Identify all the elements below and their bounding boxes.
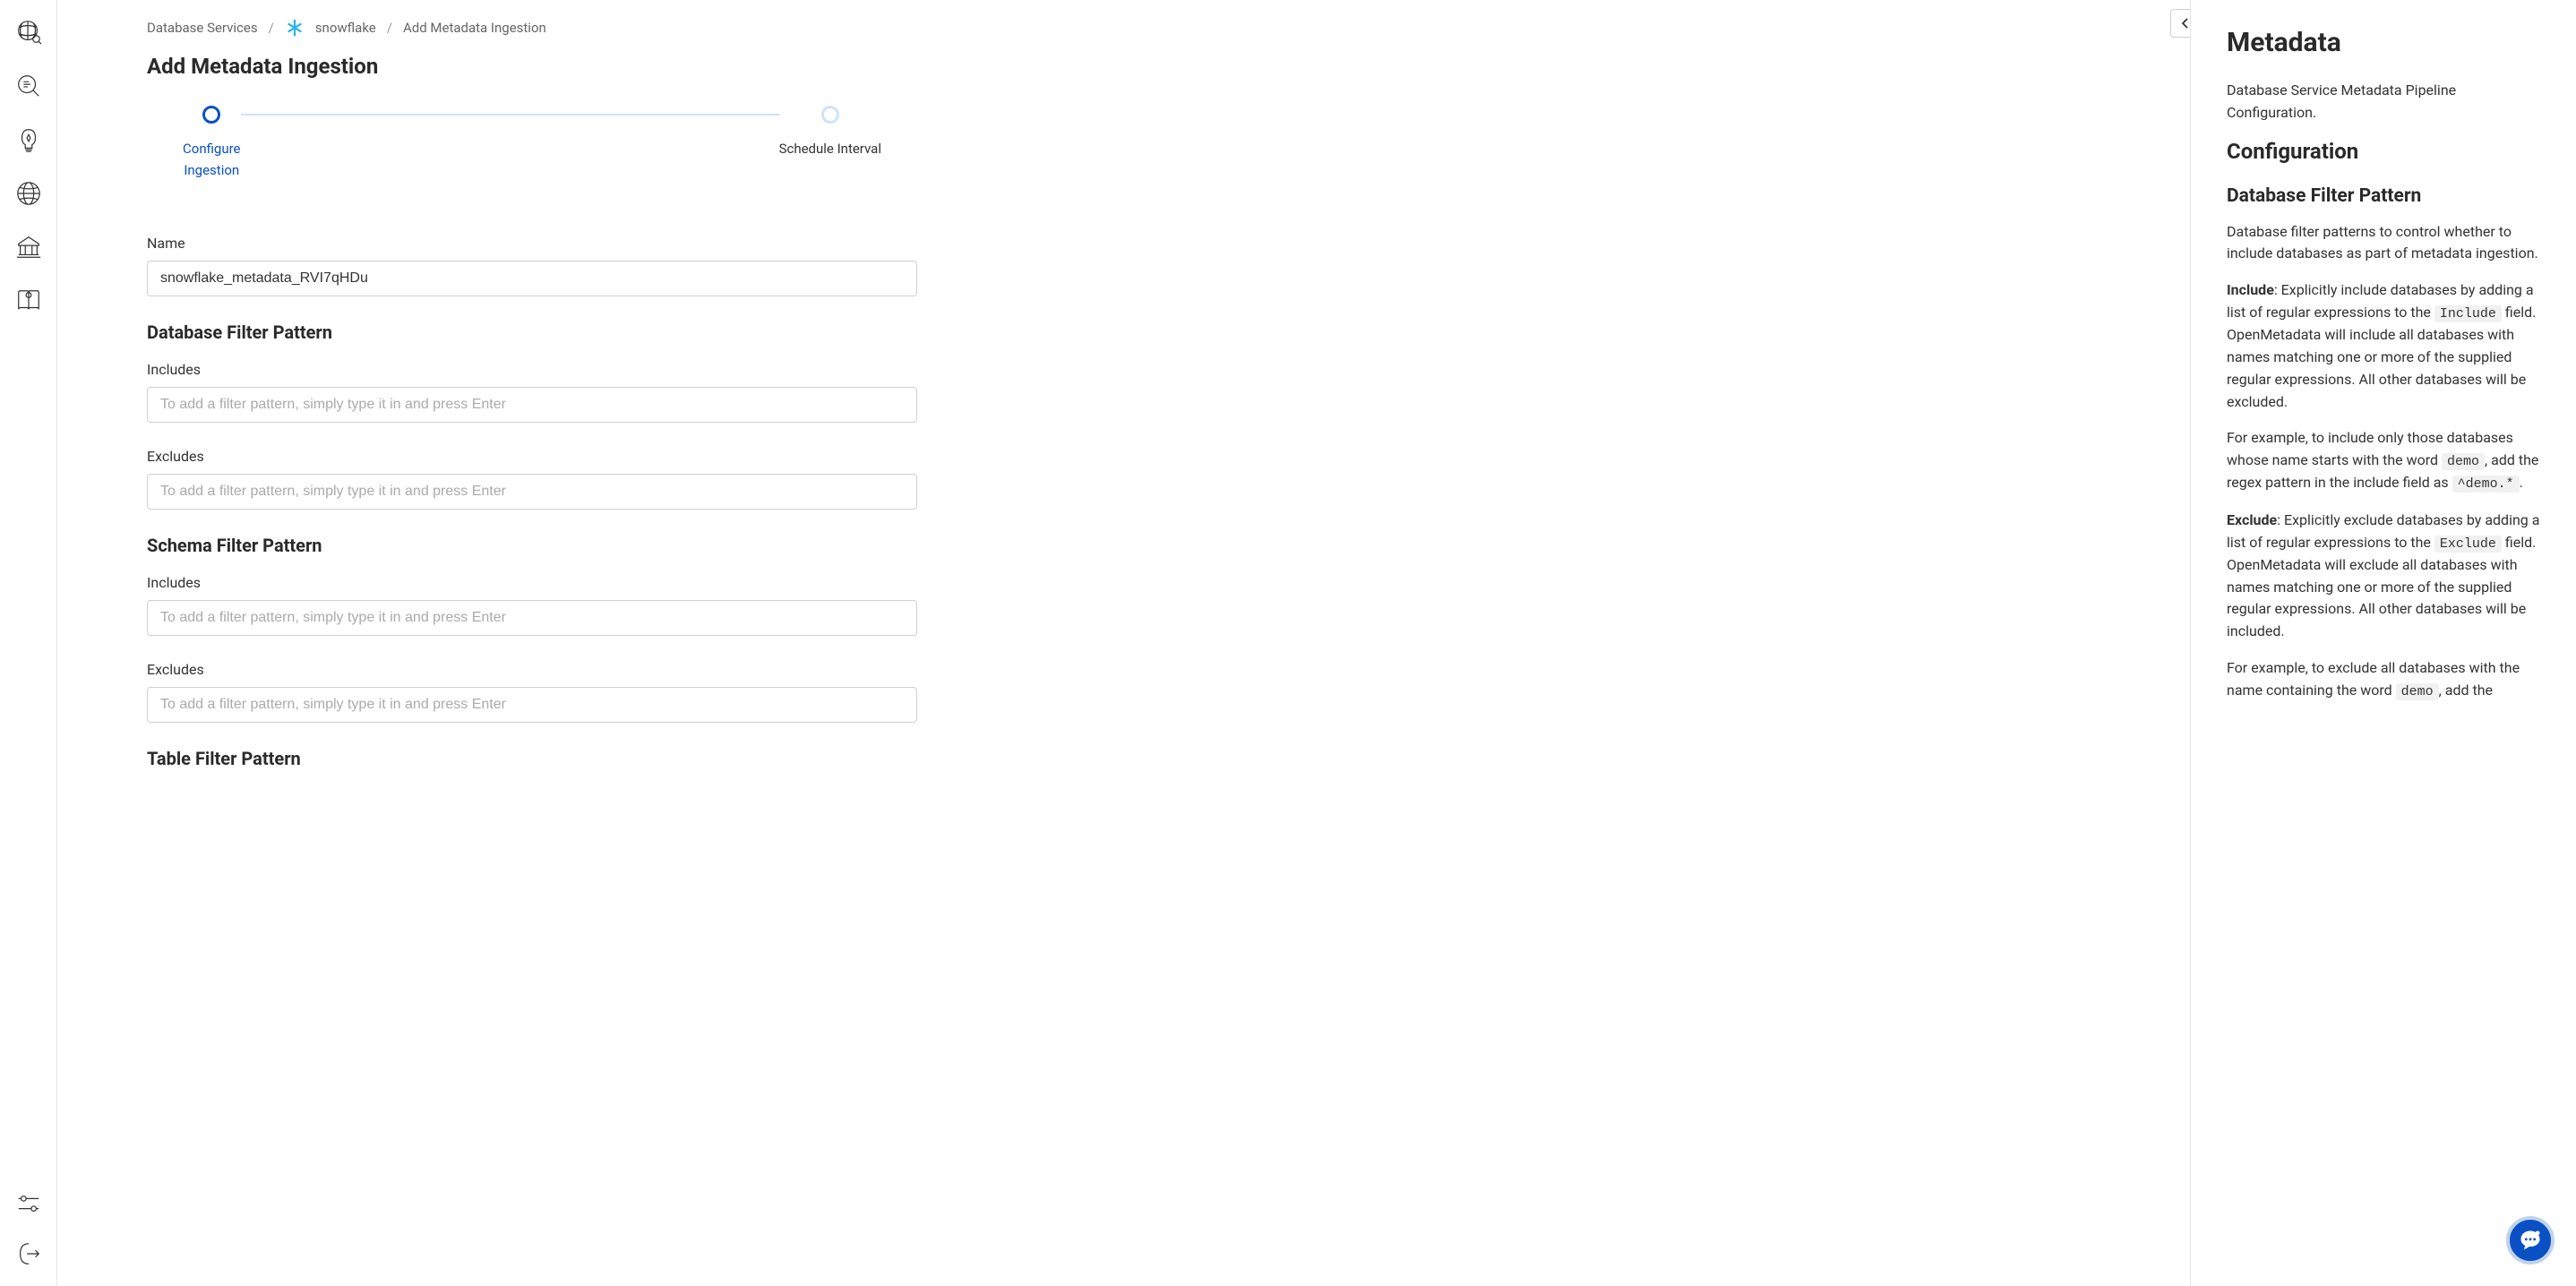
db-excludes-label: Excludes bbox=[147, 448, 917, 465]
table-filter-title: Table Filter Pattern bbox=[147, 748, 917, 769]
step-2-label: Schedule Interval bbox=[779, 138, 881, 159]
breadcrumb-sep: / bbox=[387, 20, 392, 36]
breadcrumb-current: Add Metadata Ingestion bbox=[403, 20, 546, 36]
breadcrumb: Database Services / snowflake / Add Meta… bbox=[147, 18, 917, 38]
insights-icon[interactable] bbox=[14, 125, 43, 154]
breadcrumb-sep: / bbox=[269, 20, 274, 36]
explore-icon[interactable] bbox=[14, 18, 43, 47]
code-toggle-button[interactable] bbox=[2170, 9, 2191, 38]
schema-excludes-label: Excludes bbox=[147, 661, 917, 678]
name-label: Name bbox=[147, 235, 917, 252]
logout-icon[interactable] bbox=[14, 1239, 43, 1268]
settings-icon[interactable] bbox=[14, 1189, 43, 1218]
help-include-p: Include: Explicitly include databases by… bbox=[2227, 279, 2540, 413]
left-sidebar bbox=[0, 0, 57, 1286]
name-input[interactable] bbox=[147, 261, 917, 296]
breadcrumb-service[interactable]: snowflake bbox=[315, 20, 376, 36]
help-dbfilter-desc: Database filter patterns to control whet… bbox=[2227, 221, 2540, 266]
db-filter-title: Database Filter Pattern bbox=[147, 322, 917, 343]
db-includes-input[interactable] bbox=[147, 387, 917, 423]
help-config-title: Configuration bbox=[2227, 139, 2540, 164]
step-connector bbox=[241, 114, 779, 116]
db-includes-label: Includes bbox=[147, 361, 917, 378]
help-title: Metadata bbox=[2227, 27, 2540, 58]
step-2-circle bbox=[821, 106, 839, 124]
governance-icon[interactable] bbox=[14, 233, 43, 261]
snowflake-icon bbox=[285, 18, 305, 38]
chat-button[interactable] bbox=[2506, 1216, 2555, 1265]
schema-excludes-input[interactable] bbox=[147, 687, 917, 723]
schema-includes-input[interactable] bbox=[147, 600, 917, 636]
schema-includes-label: Includes bbox=[147, 574, 917, 591]
breadcrumb-root[interactable]: Database Services bbox=[147, 20, 258, 36]
help-exclude-p: Exclude: Explicitly exclude databases by… bbox=[2227, 510, 2540, 643]
schema-filter-title: Schema Filter Pattern bbox=[147, 535, 917, 556]
stepper: ConfigureIngestion Schedule Interval bbox=[147, 106, 917, 181]
search-icon[interactable] bbox=[14, 72, 43, 100]
help-panel: Metadata Database Service Metadata Pipel… bbox=[2191, 0, 2576, 1286]
step-1-label: ConfigureIngestion bbox=[183, 138, 241, 181]
page-title: Add Metadata Ingestion bbox=[147, 54, 917, 79]
main-content: Database Services / snowflake / Add Meta… bbox=[57, 0, 2191, 1286]
step-1-circle bbox=[202, 106, 220, 124]
glossary-icon[interactable] bbox=[14, 287, 43, 315]
db-excludes-input[interactable] bbox=[147, 474, 917, 510]
globe-icon[interactable] bbox=[14, 179, 43, 208]
help-desc: Database Service Metadata Pipeline Confi… bbox=[2227, 80, 2540, 124]
help-dbfilter-title: Database Filter Pattern bbox=[2227, 185, 2540, 207]
help-include-ex: For example, to include only those datab… bbox=[2227, 427, 2540, 494]
help-exclude-ex: For example, to exclude all databases wi… bbox=[2227, 657, 2540, 702]
